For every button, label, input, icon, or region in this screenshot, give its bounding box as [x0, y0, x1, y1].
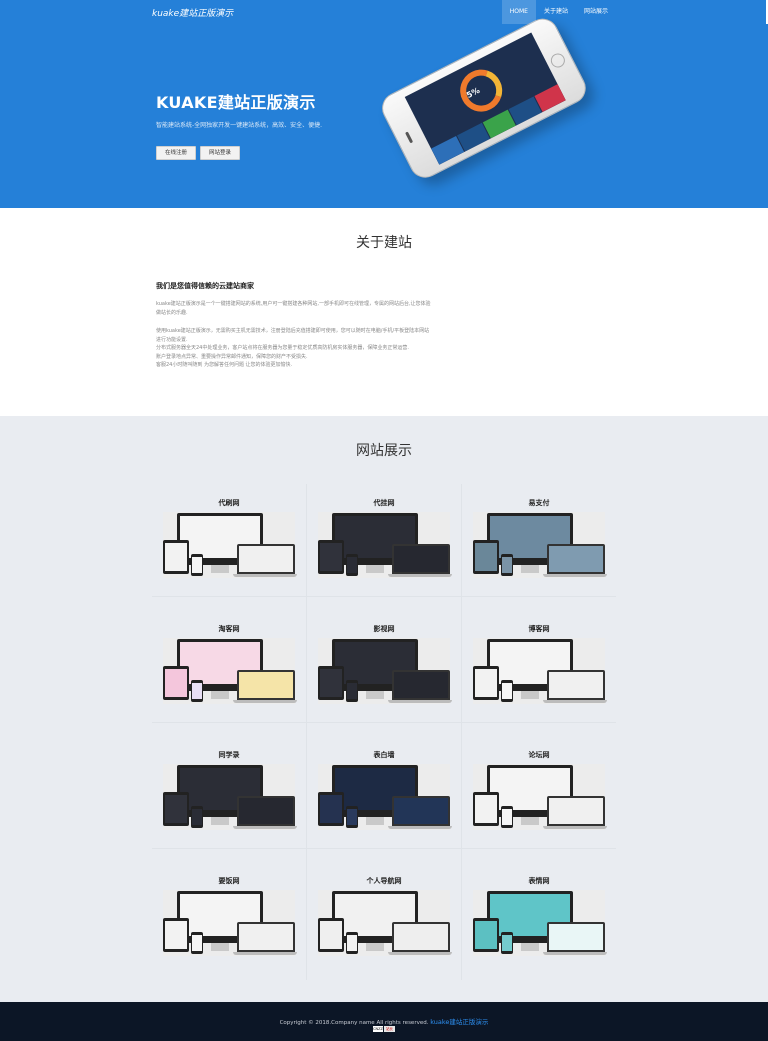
footer: Copyright © 2018.Company name All rights… — [0, 1002, 768, 1041]
grid-divider — [152, 596, 616, 597]
device-mockup-image — [318, 638, 452, 704]
grid-divider — [152, 722, 616, 723]
showcase-item-name: 个人导航网 — [366, 876, 402, 885]
about-title: 关于建站 — [356, 235, 412, 251]
about-line: 账户登录地点异常、重要操作异常邮件通知，保障您的财产不受损失. — [156, 353, 308, 360]
showcase-item-name: 易支付 — [528, 498, 550, 507]
stats-badge[interactable]: CNZZ — [373, 1026, 383, 1032]
showcase-item-name: 代刷网 — [218, 498, 240, 507]
about-details: 使用kuake建站正版演示，无需购买主机无需技术，注册登陆后充值搭建即可使用，您… — [156, 327, 431, 370]
showcase-item[interactable]: 影视网 — [307, 610, 461, 728]
showcase-item[interactable]: 代挂网 — [307, 484, 461, 602]
showcase-item-name: 表情网 — [528, 876, 550, 885]
device-mockup-image — [473, 638, 607, 704]
webmaster-badge[interactable]: 站长 — [384, 1026, 395, 1032]
showcase-item[interactable]: 表情网 — [462, 862, 616, 980]
device-mockup-image — [473, 890, 607, 956]
showcase-item[interactable]: 表白墙 — [307, 736, 461, 854]
register-button[interactable]: 在线注册 — [156, 146, 196, 160]
hero-subtitle: 智能建站系统-全网独家开发一键建站系统，高效、安全、便捷. — [156, 122, 323, 129]
about-line: 使用kuake建站正版演示，无需购买主机无需技术，注册登陆后充值搭建即可使用，您… — [156, 328, 430, 343]
showcase-item-name: 论坛网 — [528, 750, 550, 759]
device-mockup-image — [163, 890, 297, 956]
grid-divider — [461, 484, 462, 980]
nav-about[interactable]: 关于建站 — [536, 0, 576, 24]
hero-banner: KUAKE建站正版演示 智能建站系统-全网独家开发一键建站系统，高效、安全、便捷… — [0, 0, 768, 208]
showcase-item[interactable]: 淘客网 — [152, 610, 306, 728]
footer-copyright: Copyright © 2018.Company name All rights… — [0, 1016, 768, 1026]
device-mockup-image — [163, 638, 297, 704]
about-heading: 我们是您值得信赖的云建站商家 — [156, 281, 254, 290]
top-navbar: kuake建站正版演示 HOME 关于建站 网站展示 — [0, 0, 768, 24]
showcase-title: 网站展示 — [356, 443, 412, 459]
showcase-item[interactable]: 同学录 — [152, 736, 306, 854]
showcase-item-name: 代挂网 — [373, 498, 395, 507]
about-line: 分布式服务器全天24中处理业务，客户站点将在服务器为您量于稳定优质高防机房实体服… — [156, 345, 409, 351]
hero-title: KUAKE建站正版演示 — [156, 93, 316, 112]
grid-divider — [152, 848, 616, 849]
footer-site-link[interactable]: kuake建站正版演示 — [430, 1018, 488, 1026]
copyright-text: Copyright © 2018.Company name All rights… — [279, 1020, 429, 1026]
showcase-item[interactable]: 代刷网 — [152, 484, 306, 602]
showcase-item-name: 淘客网 — [218, 624, 240, 633]
showcase-item-name: 同学录 — [218, 750, 240, 759]
device-mockup-image — [473, 512, 607, 578]
showcase-item-name: 影视网 — [373, 624, 395, 633]
login-button[interactable]: 网站登录 — [200, 146, 240, 160]
device-mockup-image — [318, 764, 452, 830]
showcase-item[interactable]: 易支付 — [462, 484, 616, 602]
device-mockup-image — [318, 512, 452, 578]
phone-illustration: 5% — [376, 13, 592, 186]
showcase-item-name: 要饭网 — [218, 876, 240, 885]
device-mockup-image — [163, 512, 297, 578]
device-mockup-image — [318, 890, 452, 956]
showcase-item[interactable]: 博客网 — [462, 610, 616, 728]
about-line: 客服24小时随叫随到 为您解答任何问题 让您的体验更加愉快. — [156, 362, 293, 368]
brand-logo[interactable]: kuake建站正版演示 — [152, 6, 233, 19]
showcase-item-name: 博客网 — [528, 624, 550, 633]
device-mockup-image — [473, 764, 607, 830]
nav-showcase[interactable]: 网站展示 — [576, 0, 616, 24]
showcase-item-name: 表白墙 — [373, 750, 395, 759]
showcase-item[interactable]: 个人导航网 — [307, 862, 461, 980]
grid-divider — [306, 484, 307, 980]
showcase-item[interactable]: 要饭网 — [152, 862, 306, 980]
phone-screen: 5% — [404, 32, 566, 165]
nav-home[interactable]: HOME — [501, 0, 536, 24]
nav-links: HOME 关于建站 网站展示 — [501, 0, 616, 24]
device-mockup-image — [163, 764, 297, 830]
about-paragraph: kuake建站正版演示是一个一键搭建网站的系统,用户可一键搭建各种网站,一部手机… — [156, 301, 431, 316]
showcase-item[interactable]: 论坛网 — [462, 736, 616, 854]
